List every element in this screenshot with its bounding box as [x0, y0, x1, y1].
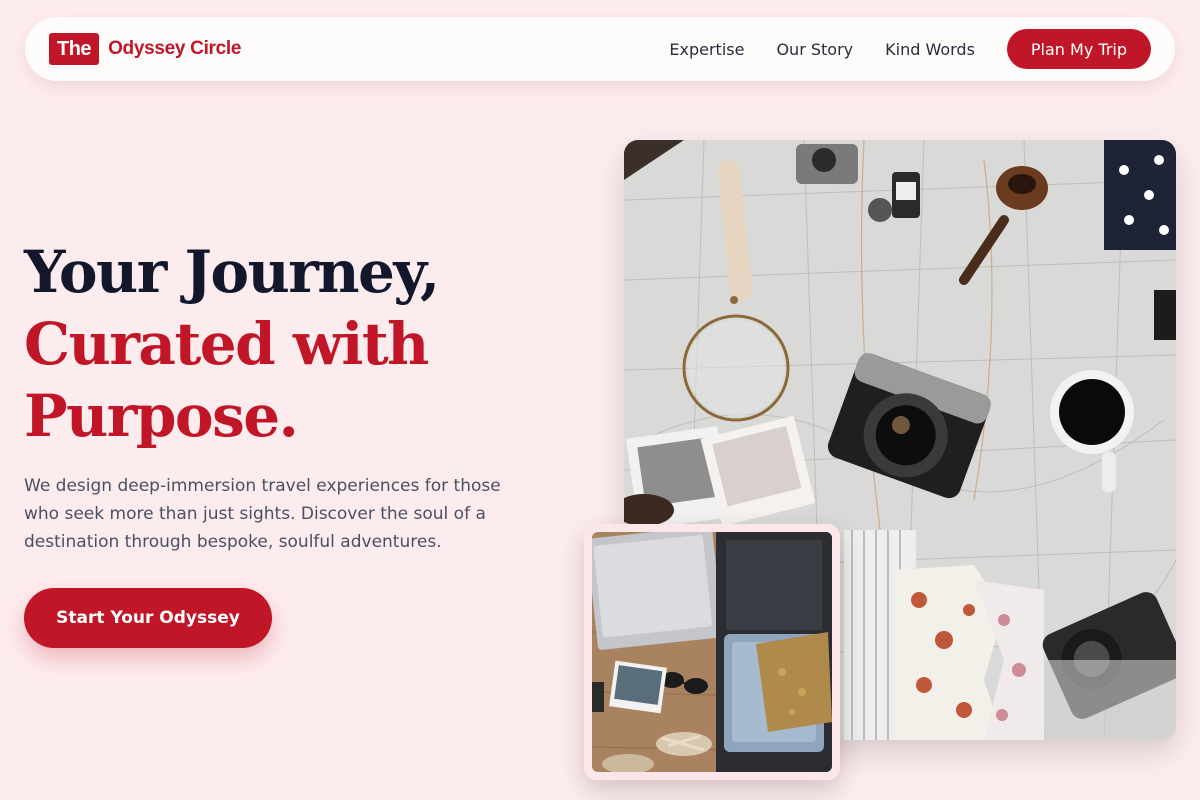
plan-my-trip-button[interactable]: Plan My Trip	[1006, 29, 1151, 69]
logo-badge: The	[49, 33, 100, 65]
hero-headline: Your Journey, Curated with Purpose.	[24, 236, 440, 452]
headline-line-1: Your Journey,	[24, 238, 440, 306]
logo-text: Odyssey Circle	[108, 38, 242, 59]
nav-link-our-story[interactable]: Our Story	[776, 40, 853, 59]
packed-suitcase-photo	[592, 532, 832, 772]
navbar: The Odyssey Circle Expertise Our Story K…	[25, 17, 1175, 81]
inset-photo	[592, 532, 832, 772]
hero-subtext: We design deep-immersion travel experien…	[24, 476, 501, 552]
inset-photo-frame	[584, 524, 840, 780]
nav-links: Expertise Our Story Kind Words Plan My T…	[669, 28, 1151, 70]
headline-line-3: Purpose.	[24, 382, 299, 450]
headline-line-2: Curated with	[24, 310, 429, 378]
start-your-odyssey-button[interactable]: Start Your Odyssey	[24, 588, 272, 648]
nav-link-kind-words[interactable]: Kind Words	[885, 40, 975, 59]
logo[interactable]: The Odyssey Circle	[49, 33, 241, 65]
nav-link-expertise[interactable]: Expertise	[669, 40, 744, 59]
